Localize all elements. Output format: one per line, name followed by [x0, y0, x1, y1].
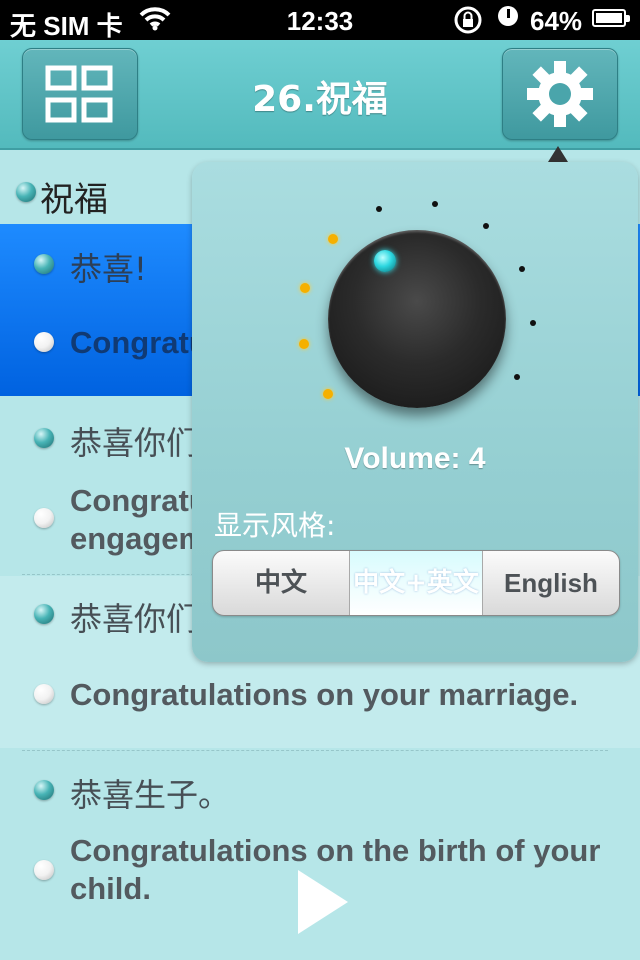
en-bullet [34, 332, 54, 352]
cn-bullet [34, 428, 54, 448]
en-bullet [34, 860, 54, 880]
section-heading: 祝福 [40, 172, 108, 221]
option-chinese-english[interactable]: 中文+英文 [350, 551, 483, 615]
settings-popover: Volume: 4 显示风格: 中文 中文+英文 English [192, 162, 638, 662]
volume-knob[interactable] [328, 230, 506, 408]
nav-header: 26.祝福 [0, 40, 640, 150]
item-en: Congratulations on your marriage. [70, 677, 579, 712]
cn-bullet [34, 254, 54, 274]
item-cn: 恭喜生子。 [70, 776, 231, 814]
section-heading-text: 祝福 [40, 180, 108, 220]
cn-bullet [34, 604, 54, 624]
battery-percent: 64% [530, 6, 583, 36]
settings-button[interactable] [502, 48, 618, 140]
knob-indicator-light [374, 250, 396, 272]
volume-tick-lit [327, 234, 338, 245]
row-divider [22, 750, 608, 751]
en-bullet [34, 684, 54, 704]
option-chinese[interactable]: 中文 [213, 551, 350, 615]
alarm-icon [498, 6, 518, 26]
section-bullet [16, 182, 36, 202]
volume-label: Volume: 4 [344, 442, 486, 475]
display-style-label: 显示风格: [214, 509, 336, 542]
play-icon[interactable] [298, 870, 348, 934]
cn-bullet [34, 780, 54, 800]
rotation-lock-icon [454, 6, 482, 34]
volume-tick [431, 201, 438, 208]
volume-tick [518, 265, 525, 272]
volume-tick-lit [298, 338, 309, 349]
volume-tick [376, 206, 383, 213]
volume-tick [483, 222, 490, 229]
volume-tick-lit [323, 388, 334, 399]
display-style-control: 中文 中文+英文 English [212, 550, 620, 616]
volume-tick [514, 374, 521, 380]
en-bullet [34, 508, 54, 528]
volume-tick [529, 320, 536, 327]
battery-icon [592, 9, 630, 27]
popover-arrow [548, 146, 568, 162]
item-cn: 恭喜! [70, 250, 147, 288]
option-english[interactable]: English [483, 551, 619, 615]
status-bar: 无 SIM 卡 12:33 64% [0, 0, 640, 41]
volume-tick-lit [300, 282, 311, 293]
gear-icon [527, 61, 593, 127]
